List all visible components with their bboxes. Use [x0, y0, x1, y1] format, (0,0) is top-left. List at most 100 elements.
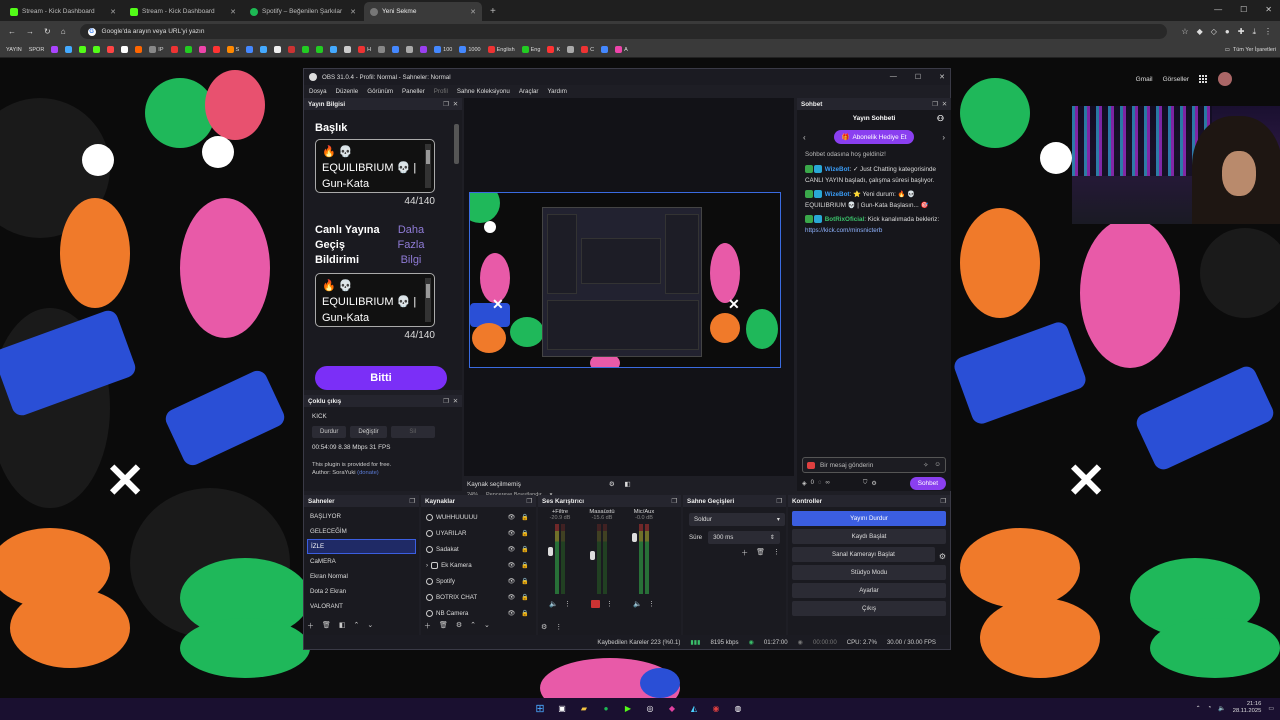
close-icon[interactable]: ✕ [453, 101, 458, 108]
bookmark-folder[interactable]: SPOR [27, 47, 47, 53]
extension-icon[interactable]: ◆ [1197, 27, 1203, 37]
browser-tab-active[interactable]: Yeni Sekme ✕ [364, 2, 482, 21]
all-bookmarks[interactable]: ▭ Tüm Yer İşaretleri [1225, 47, 1276, 53]
bookmark[interactable] [211, 46, 222, 53]
chevron-right-icon[interactable]: › [426, 562, 428, 569]
home-icon[interactable]: ⌂ [61, 27, 66, 36]
volume-meter[interactable] [584, 524, 620, 594]
gear-icon[interactable]: ⚙ [609, 481, 615, 488]
volume-meter[interactable] [626, 524, 662, 594]
menu-icon[interactable]: ⋮ [606, 600, 613, 608]
close-icon[interactable]: ✕ [939, 73, 945, 81]
scene-item[interactable]: BAŞLIYOR [307, 509, 416, 524]
scrollbar[interactable] [425, 144, 431, 188]
undock-icon[interactable]: ❐ [671, 498, 677, 505]
star-icon[interactable]: ☆ [1181, 27, 1188, 37]
undock-icon[interactable]: ❐ [443, 101, 449, 108]
delete-output-button[interactable]: Sil [390, 426, 435, 438]
clock[interactable]: 21:16 28.11.2025 [1233, 701, 1262, 715]
undock-icon[interactable]: ❐ [526, 498, 532, 505]
add-icon[interactable]: ＋ [741, 548, 748, 558]
scene-item[interactable]: GELECEĞİM [307, 524, 416, 539]
bookmark[interactable] [418, 46, 429, 53]
bookmark[interactable] [105, 46, 116, 53]
arrow-up-icon[interactable]: ⌃ [354, 621, 360, 631]
volume-fader[interactable] [632, 533, 637, 542]
gear-icon[interactable]: ⚙ [541, 623, 547, 631]
minimize-icon[interactable]: — [890, 73, 897, 81]
bookmark[interactable] [197, 46, 208, 53]
minimize-icon[interactable]: — [1214, 5, 1222, 14]
bookmark[interactable]: Eng [520, 46, 543, 53]
bookmark[interactable] [63, 46, 74, 53]
start-recording-button[interactable]: Kaydı Başlat [792, 529, 946, 544]
magic-icon[interactable]: ✧ [923, 461, 928, 469]
menu-icon[interactable]: ⋮ [555, 623, 562, 631]
close-icon[interactable]: ✕ [470, 8, 476, 16]
spotify-icon[interactable]: ● [599, 701, 613, 715]
go-live-notification-field[interactable]: 🔥 💀 EQUILIBRIUM 💀 | Gun-Kata [315, 273, 435, 327]
volume-fader[interactable] [548, 547, 553, 556]
stop-stream-button[interactable]: Yayını Durdur [792, 511, 946, 526]
stream-title-field[interactable]: 🔥 💀 EQUILIBRIUM 💀 | Gun-Kata Başlasın...… [315, 139, 435, 193]
undock-icon[interactable]: ❐ [409, 498, 415, 505]
file-explorer-icon[interactable]: ▰ [577, 701, 591, 715]
bookmark[interactable] [258, 46, 269, 53]
eye-icon[interactable]: 👁 [507, 545, 515, 553]
chat-send-button[interactable]: Sohbet [909, 476, 946, 490]
browser-tab[interactable]: Stream - Kick Dashboard ✕ [124, 2, 242, 21]
menu-file[interactable]: Dosya [309, 88, 327, 95]
bookmark[interactable] [91, 46, 102, 53]
bookmark[interactable] [286, 46, 297, 53]
source-item[interactable]: Spotify 👁 🔒 [424, 573, 533, 589]
filter-icon[interactable]: ◧ [339, 621, 346, 631]
eye-icon[interactable]: 👁 [507, 577, 515, 585]
volume-icon[interactable]: 🔈 [1218, 705, 1225, 712]
volume-fader[interactable] [590, 551, 595, 560]
chevron-up-icon[interactable]: ⌃ [1196, 705, 1201, 712]
transition-select[interactable]: Soldur ▾ [689, 513, 785, 526]
lock-icon[interactable]: 🔒 [521, 529, 529, 537]
source-item[interactable]: Sadakat 👁 🔒 [424, 541, 533, 557]
browser-tab[interactable]: Spotify – Beğenilen Şarkılar ✕ [244, 2, 362, 21]
bookmark[interactable] [599, 46, 610, 53]
puzzle-icon[interactable]: ✚ [1238, 27, 1245, 37]
scene-item[interactable]: Dota 2 Ekran [307, 584, 416, 599]
apps-grid-icon[interactable] [1199, 74, 1208, 84]
menu-icon[interactable]: ⋮ [648, 600, 655, 608]
bookmark[interactable] [77, 46, 88, 53]
add-icon[interactable]: ＋ [424, 621, 431, 631]
preview-area[interactable]: ✕ ✕ 24% Pencereye Boyutlandır ▾ [464, 98, 794, 498]
bookmark[interactable] [404, 46, 415, 53]
start-virtual-camera-button[interactable]: Sanal Kamerayı Başlat [792, 547, 935, 562]
obs-icon[interactable]: ◎ [643, 701, 657, 715]
bookmark[interactable] [328, 46, 339, 53]
exit-button[interactable]: Çıkış [792, 601, 946, 616]
scrollbar[interactable] [425, 278, 431, 322]
program-preview[interactable]: ✕ ✕ [469, 192, 781, 368]
bookmark[interactable]: S [225, 46, 242, 53]
bookmark[interactable] [314, 46, 325, 53]
bookmark[interactable]: IP [147, 46, 165, 53]
chat-username[interactable]: WizeBot [825, 166, 850, 173]
bookmark[interactable] [169, 46, 180, 53]
arrow-down-icon[interactable]: ⌄ [367, 621, 373, 631]
gift-subscription-button[interactable]: 🎁 Abonelik Hediye Et [833, 130, 915, 144]
speaker-icon[interactable]: 🔈 [633, 600, 642, 608]
source-group[interactable]: › Ek Kamera 👁 🔒 [424, 557, 533, 573]
avatar[interactable] [1218, 72, 1232, 86]
extension-icon[interactable]: ● [1225, 27, 1230, 37]
close-icon[interactable]: ✕ [1265, 5, 1272, 14]
bookmark[interactable]: H [356, 46, 373, 53]
filter-icon[interactable]: ◧ [625, 481, 631, 488]
gear-icon[interactable]: ⚙ [456, 621, 462, 631]
source-item[interactable]: UYARILAR 👁 🔒 [424, 525, 533, 541]
bookmark[interactable] [49, 46, 60, 53]
undock-icon[interactable]: ❐ [932, 101, 938, 108]
chat-link[interactable]: https://kick.com/minsnicterb [805, 227, 882, 234]
windows-start-icon[interactable]: ⊞ [533, 701, 547, 715]
maximize-icon[interactable]: ☐ [915, 73, 921, 81]
studio-mode-button[interactable]: Stüdyo Modu [792, 565, 946, 580]
network-icon[interactable]: ◔ [1208, 705, 1212, 711]
maximize-icon[interactable]: ☐ [1240, 5, 1247, 14]
